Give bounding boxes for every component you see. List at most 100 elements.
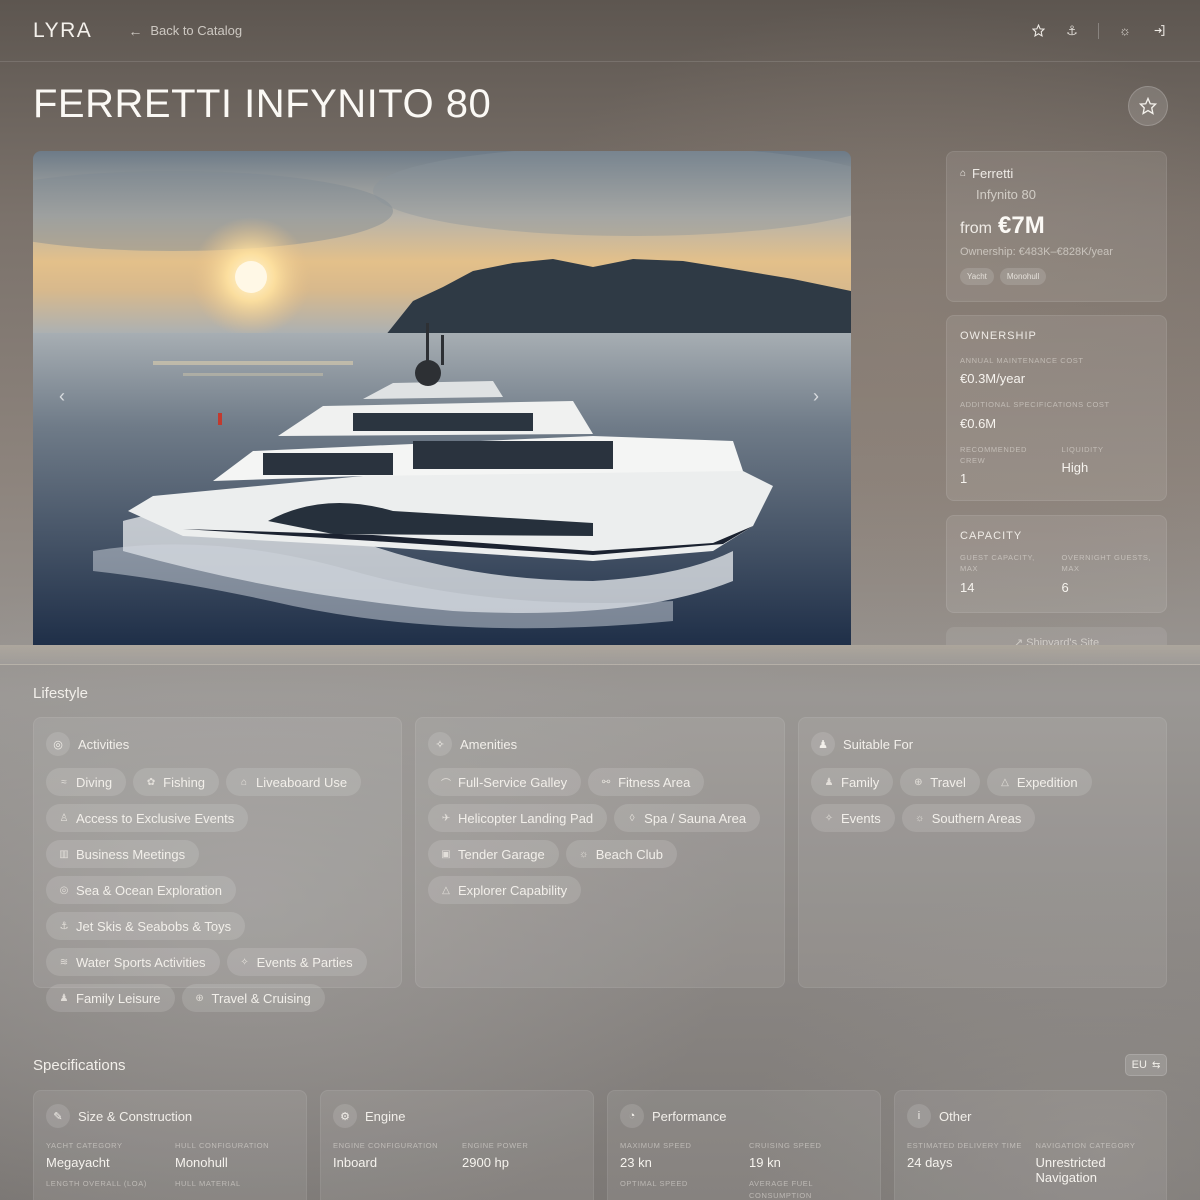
activities-chips: ≈ Diving ✿ Fishing ⌂ Liveaboard Use ♙ Access to… — [46, 768, 389, 1012]
liquidity-block: LIQUIDITY High — [1062, 444, 1154, 487]
chip-diving[interactable]: ≈ Diving — [46, 768, 127, 796]
chip-explorer-capability[interactable]: △ Explorer Capability — [428, 876, 582, 904]
yacht-category-value: Megayacht — [46, 1155, 110, 1171]
anchor-icon[interactable]: ⚓ — [1064, 23, 1080, 39]
cruising-speed-block: CRUISING SPEED 19 kn — [749, 1140, 868, 1170]
other-grid: ESTIMATED DELIVERY TIME 24 days NAVIGATI… — [907, 1140, 1154, 1185]
unit-toggle-label: EU — [1131, 1059, 1147, 1071]
chip-family[interactable]: ♟ Family — [811, 768, 894, 796]
suitable-for-header: ♟ Suitable For — [811, 732, 1154, 756]
capacity-heading: CAPACITY — [960, 530, 1023, 542]
sun-icon[interactable]: ☼ — [1117, 23, 1133, 39]
favorite-button[interactable] — [1128, 86, 1168, 126]
other-header: i Other — [907, 1104, 1154, 1128]
maker-name: Ferretti — [972, 166, 1014, 181]
specifications-title: Specifications — [33, 1057, 126, 1074]
chip-fishing[interactable]: ✿ Fishing — [133, 768, 220, 796]
southern-areas-icon: ☼ — [915, 812, 925, 824]
travel-icon: ⊕ — [914, 776, 923, 788]
liveaboard-use-icon: ⌂ — [241, 776, 248, 788]
delivery-time-label: ESTIMATED DELIVERY TIME — [907, 1141, 1022, 1150]
maintenance-block: ANNUAL MAINTENANCE COST €0.3M/year — [960, 355, 1153, 386]
crew-block: RECOMMENDED CREW 1 — [960, 444, 1052, 487]
logo[interactable]: LYRA — [33, 19, 92, 43]
sign-in-icon[interactable] — [1151, 23, 1167, 39]
top-bar: LYRA ← Back to Catalog ⚓ ☼ — [0, 0, 1200, 62]
delivery-time-value: 24 days — [907, 1155, 953, 1171]
chip-liveaboard-use[interactable]: ⌂ Liveaboard Use — [226, 768, 362, 796]
yacht-photo-carousel[interactable]: ‹ › — [33, 151, 851, 645]
unit-toggle-button[interactable]: EU ⇆ — [1125, 1054, 1167, 1076]
guest-capacity-value: 14 — [960, 579, 975, 595]
chip-water-sports-activities[interactable]: ≋ Water Sports Activities — [46, 948, 220, 976]
crew-value: 1 — [960, 471, 968, 486]
engine-config-block: ENGINE CONFIGURATION Inboard — [333, 1140, 452, 1170]
chip-expedition[interactable]: △ Expedition — [986, 768, 1092, 796]
engine-gear-icon: ⚙ — [333, 1104, 357, 1128]
amenities-heading: Amenities — [460, 736, 518, 752]
navigation-category-block: NAVIGATION CATEGORY Unrestricted Navigat… — [1036, 1140, 1155, 1185]
max-speed-block: MAXIMUM SPEED 23 kn — [620, 1140, 739, 1170]
compass-icon: ◎ — [46, 732, 70, 756]
engine-header: ⚙ Engine — [333, 1104, 581, 1128]
travel-and-cruising-icon: ⊕ — [195, 992, 204, 1004]
ownership-heading: OWNERSHIP — [960, 330, 1037, 342]
max-speed-label: MAXIMUM SPEED — [620, 1141, 692, 1150]
capacity-row: GUEST CAPACITY, MAX 14 OVERNIGHT GUESTS,… — [960, 552, 1153, 595]
chip-label: Family Leisure — [76, 990, 161, 1006]
chip-events[interactable]: ✧ Events — [811, 804, 895, 832]
chip-tender-garage[interactable]: ▣ Tender Garage — [428, 840, 559, 868]
chip-label: Southern Areas — [931, 810, 1022, 826]
chip-helicopter-landing-pad[interactable]: ✈ Helicopter Landing Pad — [428, 804, 608, 832]
tag-yacht: Yacht — [960, 268, 994, 285]
chip-family-leisure[interactable]: ♟ Family Leisure — [46, 984, 175, 1012]
hull-config-label: HULL CONFIGURATION — [175, 1141, 270, 1150]
chip-label: Jet Skis & Seabobs & Toys — [76, 918, 232, 934]
activities-header: ◎ Activities — [46, 732, 389, 756]
tag-monohull: Monohull — [999, 268, 1047, 285]
toolbar-divider — [1098, 22, 1099, 39]
chip-southern-areas[interactable]: ☼ Southern Areas — [901, 804, 1036, 832]
chip-jet-skis-and-seabobs-and-toys[interactable]: ⚓ Jet Skis & Seabobs & Toys — [46, 912, 246, 940]
chip-label: Tender Garage — [458, 846, 545, 862]
chip-business-meetings[interactable]: ▥ Business Meetings — [46, 840, 200, 868]
liquidity-label: LIQUIDITY — [1061, 444, 1104, 454]
chip-label: Explorer Capability — [458, 882, 568, 898]
chip-spa-sauna-area[interactable]: ◊ Spa / Sauna Area — [614, 804, 761, 832]
overnight-guests-value: 6 — [1061, 579, 1069, 595]
overnight-guests-block: OVERNIGHT GUESTS, MAX 6 — [1062, 552, 1154, 595]
capacity-card: CAPACITY GUEST CAPACITY, MAX 14 OVERNIGH… — [946, 515, 1167, 613]
full-service-galley-icon: ⌒ — [441, 778, 451, 790]
carousel-next-icon[interactable]: › — [813, 386, 819, 407]
shipyard-site-link[interactable]: ↗ Shipyard's Site — [946, 627, 1167, 645]
sea-and-ocean-exploration-icon: ◎ — [59, 884, 69, 896]
chip-beach-club[interactable]: ☼ Beach Club — [565, 840, 677, 868]
chip-label: Helicopter Landing Pad — [458, 810, 594, 826]
chip-full-service-galley[interactable]: ⌒ Full-Service Galley — [428, 768, 582, 796]
chip-travel-and-cruising[interactable]: ⊕ Travel & Cruising — [181, 984, 325, 1012]
suitable-for-heading: Suitable For — [843, 736, 914, 752]
crew-liquidity-row: RECOMMENDED CREW 1 LIQUIDITY High — [960, 444, 1153, 487]
chip-label: Fitness Area — [618, 774, 691, 790]
activities-heading: Activities — [78, 736, 130, 752]
cruising-speed-value: 19 kn — [749, 1155, 781, 1171]
additional-cost-label: ADDITIONAL SPECIFICATIONS COST — [960, 400, 1110, 410]
chip-fitness-area[interactable]: ⚯ Fitness Area — [588, 768, 705, 796]
star-icon[interactable] — [1030, 23, 1046, 39]
chip-events-and-parties[interactable]: ✧ Events & Parties — [226, 948, 367, 976]
tag-list: Yacht Monohull — [960, 268, 1153, 285]
guest-capacity-block: GUEST CAPACITY, MAX 14 — [960, 552, 1052, 595]
shipyard-link-label: Shipyard's Site — [1026, 637, 1100, 645]
carousel-prev-icon[interactable]: ‹ — [59, 386, 65, 407]
chip-sea-and-ocean-exploration[interactable]: ◎ Sea & Ocean Exploration — [46, 876, 236, 904]
navigation-category-label: NAVIGATION CATEGORY — [1035, 1141, 1136, 1150]
chip-label: Water Sports Activities — [76, 954, 206, 970]
additional-cost-block: ADDITIONAL SPECIFICATIONS COST €0.6M — [960, 399, 1153, 430]
chip-travel[interactable]: ⊕ Travel — [900, 768, 980, 796]
chip-label: Expedition — [1016, 774, 1078, 790]
back-to-catalog-link[interactable]: ← Back to Catalog — [128, 23, 242, 39]
chip-label: Full-Service Galley — [458, 774, 568, 790]
spa-sauna-area-icon: ◊ — [629, 812, 635, 824]
chip-access-to-exclusive-events[interactable]: ♙ Access to Exclusive Events — [46, 804, 249, 832]
chip-label: Sea & Ocean Exploration — [76, 882, 222, 898]
